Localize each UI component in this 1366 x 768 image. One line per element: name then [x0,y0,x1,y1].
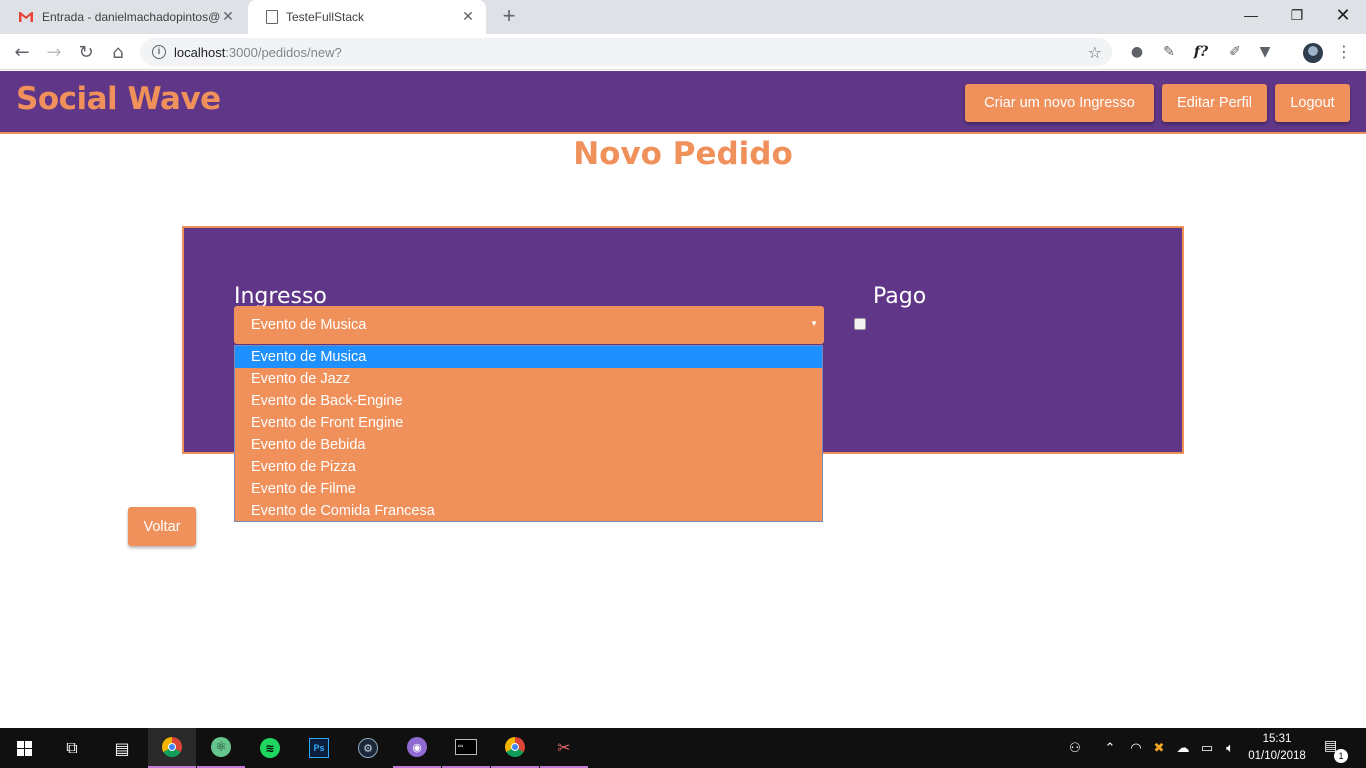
onedrive-cloud-icon[interactable]: ☁ [1174,738,1192,758]
dropdown-arrow-icon: ▼ [810,319,818,328]
system-clock[interactable]: 15:31 01/10/2018 [1246,731,1308,765]
extension-function-icon[interactable]: f? [1192,43,1210,61]
app-navbar: Social Wave Criar um novo Ingresso Edita… [0,71,1366,134]
close-window-icon[interactable]: ✕ [1320,0,1366,30]
file-explorer-icon: ▤ [114,738,130,758]
logout-button[interactable]: Logout [1275,84,1350,122]
task-view-button[interactable]: ⧉ [48,728,96,768]
pago-label: Pago [873,284,927,309]
dropdown-option[interactable]: Evento de Pizza [235,456,822,478]
notification-count-badge: 1 [1334,749,1348,763]
restore-window-icon[interactable]: ❐ [1274,0,1320,30]
pago-checkbox[interactable] [854,318,866,330]
minimize-window-icon[interactable]: — [1228,0,1274,30]
url-host: localhost [174,44,226,60]
extension-pen-icon[interactable]: ✎ [1160,43,1178,61]
clock-time: 15:31 [1262,733,1292,745]
url-text: localhost:3000/pedidos/new? [174,45,342,60]
tab-gmail[interactable]: Entrada - danielmachadopintos@ ✕ [0,0,246,34]
taskbar-spotify[interactable]: ≋ [246,728,294,768]
terminal-icon: ▭ [455,739,477,755]
taskbar-chrome[interactable] [148,728,196,768]
taskbar-photoshop[interactable]: Ps [295,728,343,768]
close-tab-icon[interactable]: ✕ [220,9,236,25]
back-arrow-icon[interactable]: ← [10,40,34,64]
new-tab-button[interactable]: + [498,5,520,28]
photoshop-icon: Ps [309,738,329,758]
browser-menu-icon[interactable]: ⋮ [1336,43,1352,61]
task-view-icon: ⧉ [66,738,78,757]
ingresso-options-list: Evento de Musica Evento de Jazz Evento d… [234,345,823,522]
taskbar-terminal[interactable]: ▭ [442,728,490,768]
chevron-up-icon[interactable]: ⌃ [1102,738,1118,758]
spotify-icon: ≋ [260,738,280,758]
extension-bulb-icon[interactable]: ● [1128,43,1146,61]
gmail-icon [19,12,33,22]
tab-title: TesteFullStack [286,10,365,24]
tab-title: Entrada - danielmachadopintos@ [42,10,220,24]
address-bar[interactable]: i localhost:3000/pedidos/new? ☆ [140,38,1112,66]
taskbar-snipping-tool[interactable]: ✂ [540,728,588,768]
dropdown-option[interactable]: Evento de Jazz [235,368,822,390]
create-ticket-button[interactable]: Criar um novo Ingresso [965,84,1154,122]
taskbar-steam[interactable]: ⚙ [344,728,392,768]
atom-icon: ⚛ [211,737,231,757]
site-info-icon[interactable]: i [152,45,166,59]
ingresso-select[interactable]: Evento de Musica ▼ [234,306,824,344]
taskbar-github[interactable]: ◉ [393,728,441,768]
profile-avatar[interactable] [1303,43,1323,63]
people-icon[interactable]: ⚇ [1066,738,1084,758]
back-button[interactable]: Voltar [128,507,196,546]
dropdown-option[interactable]: Evento de Musica [235,346,822,368]
edit-profile-button[interactable]: Editar Perfil [1162,84,1267,122]
battery-icon[interactable]: ▭ [1198,738,1216,758]
extension-vue-icon[interactable]: ▼ [1256,43,1274,61]
url-path: :3000/pedidos/new? [225,44,342,60]
tab-testefullstack[interactable]: TesteFullStack ✕ [248,0,486,34]
dropdown-option[interactable]: Evento de Comida Francesa [235,500,822,522]
github-desktop-icon: ◉ [407,737,427,757]
forward-arrow-icon[interactable]: → [42,40,66,64]
brand-logo[interactable]: Social Wave [16,81,221,117]
windows-taskbar: ⧉ ▤ ⚛ ≋ Ps ⚙ ◉ ▭ ✂ ⚇ ⌃ ◠ ✖ ☁ ▭ 🔈︎ 15:31 … [0,728,1366,768]
ingresso-selected-value: Evento de Musica [251,317,367,333]
wifi-icon[interactable]: ◠ [1127,738,1145,758]
dropdown-option[interactable]: Evento de Filme [235,478,822,500]
browser-tabstrip: Entrada - danielmachadopintos@ ✕ TesteFu… [0,0,1366,34]
snipping-tool-icon: ✂ [557,737,571,757]
taskbar-chrome-2[interactable] [491,728,539,768]
taskbar-atom[interactable]: ⚛ [197,728,245,768]
extension-eyedropper-icon[interactable]: ✐ [1226,43,1244,61]
chrome-icon [162,737,182,757]
clock-date: 01/10/2018 [1248,750,1306,762]
page-title: Novo Pedido [573,136,793,172]
steam-icon: ⚙ [358,738,378,758]
close-tab-icon[interactable]: ✕ [460,9,476,25]
dropdown-option[interactable]: Evento de Front Engine [235,412,822,434]
bookmark-star-icon[interactable]: ☆ [1088,43,1102,62]
reload-icon[interactable]: ↻ [74,40,98,64]
browser-toolbar: ← → ↻ ⌂ i localhost:3000/pedidos/new? ☆ … [0,34,1366,70]
windows-logo-icon [16,740,32,756]
dropdown-option[interactable]: Evento de Bebida [235,434,822,456]
start-button[interactable] [0,728,48,768]
dropdown-option[interactable]: Evento de Back-Engine [235,390,822,412]
page-icon [266,10,278,24]
volume-icon[interactable]: 🔈︎ [1221,738,1239,758]
taskbar-explorer[interactable]: ▤ [98,728,146,768]
home-icon[interactable]: ⌂ [106,40,130,64]
chrome-icon [505,737,525,757]
app-tray-icon[interactable]: ✖ [1150,738,1168,758]
